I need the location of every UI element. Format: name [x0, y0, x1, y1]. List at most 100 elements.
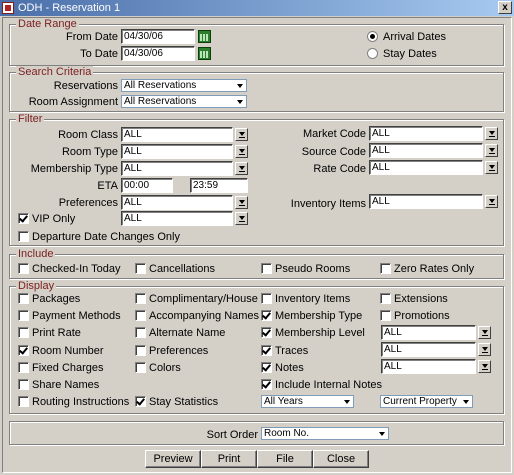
reservations-select[interactable]: All Reservations — [121, 79, 247, 92]
to-date-label: To Date — [80, 48, 118, 60]
membership-type-label: Membership Type — [30, 163, 118, 175]
window-title: ODH - Reservation 1 — [18, 2, 121, 14]
display-membership-type-checkbox[interactable] — [261, 310, 272, 321]
preferences-label: Preferences — [58, 197, 118, 209]
fixed-charges-label: Fixed Charges — [32, 362, 104, 374]
preview-button[interactable]: Preview — [145, 450, 201, 468]
eta-from-input[interactable]: 00:00 — [121, 178, 173, 193]
sort-order-select[interactable]: Room No. — [261, 427, 389, 440]
accompanying-names-label: Accompanying Names — [149, 310, 260, 322]
traces-input[interactable]: ALL — [381, 342, 476, 357]
close-window-button[interactable]: x — [498, 1, 512, 14]
fixed-charges-checkbox[interactable] — [18, 362, 29, 373]
stay-dates-radio[interactable] — [367, 48, 378, 59]
include-internal-notes-label: Include Internal Notes — [275, 379, 383, 391]
zero-rates-label: Zero Rates Only — [394, 263, 475, 275]
close-button[interactable]: Close — [313, 450, 369, 468]
extensions-checkbox[interactable] — [380, 293, 391, 304]
from-date-calendar-icon[interactable] — [198, 30, 211, 43]
market-code-label: Market Code — [303, 128, 366, 140]
departure-changes-label: Departure Date Changes Only — [32, 231, 180, 243]
eta-to-input[interactable]: 23:59 — [190, 178, 248, 193]
pseudo-rooms-checkbox[interactable] — [261, 263, 272, 274]
to-date-calendar-icon[interactable] — [198, 47, 211, 60]
membership-level-checkbox[interactable] — [261, 327, 272, 338]
room-number-checkbox[interactable] — [18, 345, 29, 356]
preferences-dropdown-button[interactable] — [235, 196, 248, 209]
source-code-input[interactable]: ALL — [369, 143, 483, 158]
inventory-items-input[interactable]: ALL — [369, 194, 483, 209]
eta-label: ETA — [97, 180, 118, 192]
inventory-items-dropdown-button[interactable] — [485, 195, 498, 208]
room-class-label: Room Class — [58, 129, 118, 141]
display-inventory-items-checkbox[interactable] — [261, 293, 272, 304]
print-button[interactable]: Print — [201, 450, 257, 468]
cancellations-checkbox[interactable] — [135, 263, 146, 274]
membership-type-input[interactable]: ALL — [121, 161, 233, 176]
extensions-label: Extensions — [394, 293, 448, 305]
search-criteria-legend: Search Criteria — [16, 66, 94, 78]
complimentary-house-label: Complimentary/House — [149, 293, 258, 305]
stay-statistics-label: Stay Statistics — [149, 396, 219, 408]
from-date-input[interactable]: 04/30/06 — [121, 29, 195, 44]
vip-only-checkbox[interactable] — [18, 213, 29, 224]
accompanying-names-checkbox[interactable] — [135, 310, 146, 321]
notes-label: Notes — [275, 362, 304, 374]
display-preferences-checkbox[interactable] — [135, 345, 146, 356]
membership-level-dropdown-button[interactable] — [478, 326, 491, 339]
room-number-label: Room Number — [32, 345, 104, 357]
sort-order-label: Sort Order — [206, 429, 258, 441]
packages-checkbox[interactable] — [18, 293, 29, 304]
market-code-input[interactable]: ALL — [369, 126, 483, 141]
traces-checkbox[interactable] — [261, 345, 272, 356]
reservations-label: Reservations — [53, 80, 118, 92]
room-type-dropdown-button[interactable] — [235, 145, 248, 158]
alternate-name-label: Alternate Name — [149, 327, 226, 339]
membership-type-dropdown-button[interactable] — [235, 162, 248, 175]
notes-checkbox[interactable] — [261, 362, 272, 373]
room-assignment-select[interactable]: All Reservations — [121, 95, 247, 108]
routing-instructions-checkbox[interactable] — [18, 396, 29, 407]
room-assignment-label: Room Assignment — [28, 96, 118, 108]
traces-dropdown-button[interactable] — [478, 343, 491, 356]
market-code-dropdown-button[interactable] — [485, 127, 498, 140]
membership-level-label: Membership Level — [275, 327, 365, 339]
vip-dropdown-button[interactable] — [235, 212, 248, 225]
preferences-input[interactable]: ALL — [121, 195, 233, 210]
property-select[interactable]: Current Property — [380, 395, 473, 408]
notes-dropdown-button[interactable] — [478, 360, 491, 373]
colors-checkbox[interactable] — [135, 362, 146, 373]
pseudo-rooms-label: Pseudo Rooms — [275, 263, 351, 275]
promotions-label: Promotions — [394, 310, 450, 322]
display-inventory-items-label: Inventory Items — [275, 293, 351, 305]
display-legend: Display — [16, 280, 57, 292]
source-code-dropdown-button[interactable] — [485, 144, 498, 157]
arrival-dates-radio[interactable] — [367, 31, 378, 42]
notes-input[interactable]: ALL — [381, 359, 476, 374]
share-names-checkbox[interactable] — [18, 379, 29, 390]
departure-changes-checkbox[interactable] — [18, 231, 29, 242]
years-select[interactable]: All Years — [261, 395, 354, 408]
payment-methods-checkbox[interactable] — [18, 310, 29, 321]
room-class-input[interactable]: ALL — [121, 127, 233, 142]
vip-input[interactable]: ALL — [121, 211, 233, 226]
colors-label: Colors — [149, 362, 181, 374]
traces-label: Traces — [275, 345, 309, 357]
include-internal-notes-checkbox[interactable] — [261, 379, 272, 390]
room-class-dropdown-button[interactable] — [235, 128, 248, 141]
file-button[interactable]: File — [257, 450, 313, 468]
zero-rates-checkbox[interactable] — [380, 263, 391, 274]
rate-code-input[interactable]: ALL — [369, 160, 483, 175]
promotions-checkbox[interactable] — [380, 310, 391, 321]
rate-code-dropdown-button[interactable] — [485, 161, 498, 174]
checked-in-today-checkbox[interactable] — [18, 263, 29, 274]
complimentary-house-checkbox[interactable] — [135, 293, 146, 304]
date-range-legend: Date Range — [16, 18, 79, 30]
membership-level-input[interactable]: ALL — [381, 325, 476, 340]
room-type-input[interactable]: ALL — [121, 144, 233, 159]
alternate-name-checkbox[interactable] — [135, 327, 146, 338]
print-rate-checkbox[interactable] — [18, 327, 29, 338]
to-date-input[interactable]: 04/30/06 — [121, 46, 195, 61]
stay-statistics-checkbox[interactable] — [135, 396, 146, 407]
vip-only-label: VIP Only — [32, 213, 76, 225]
